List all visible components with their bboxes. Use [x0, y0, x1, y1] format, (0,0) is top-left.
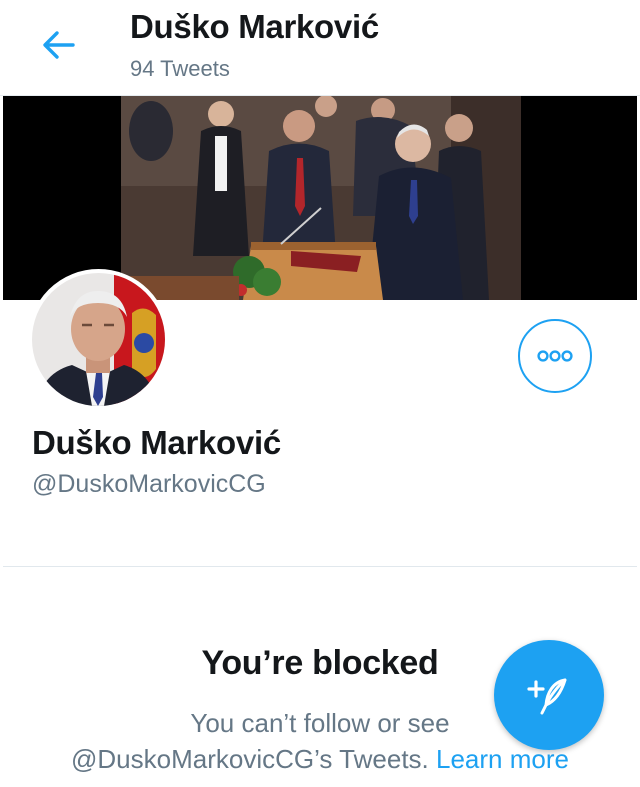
back-button[interactable] [30, 22, 86, 68]
compose-tweet-button[interactable] [494, 640, 604, 750]
banner-photo [121, 96, 521, 300]
back-arrow-icon [43, 31, 75, 59]
section-divider [3, 566, 637, 567]
more-dots-icon [537, 350, 573, 362]
profile-display-name: Duško Marković [32, 424, 281, 461]
profile-header: Duško Marković 94 Tweets [0, 0, 640, 96]
header-title: Duško Marković [130, 8, 379, 45]
blocked-message-handle: @DuskoMarkovicCG’s Tweets. [71, 744, 429, 774]
profile-avatar[interactable] [28, 269, 169, 410]
more-options-button[interactable] [518, 319, 592, 393]
profile-handle: @DuskoMarkovicCG [32, 470, 266, 498]
compose-tweet-icon [527, 678, 567, 715]
tweet-count: 94 Tweets [130, 56, 230, 81]
avatar-photo [32, 273, 165, 406]
